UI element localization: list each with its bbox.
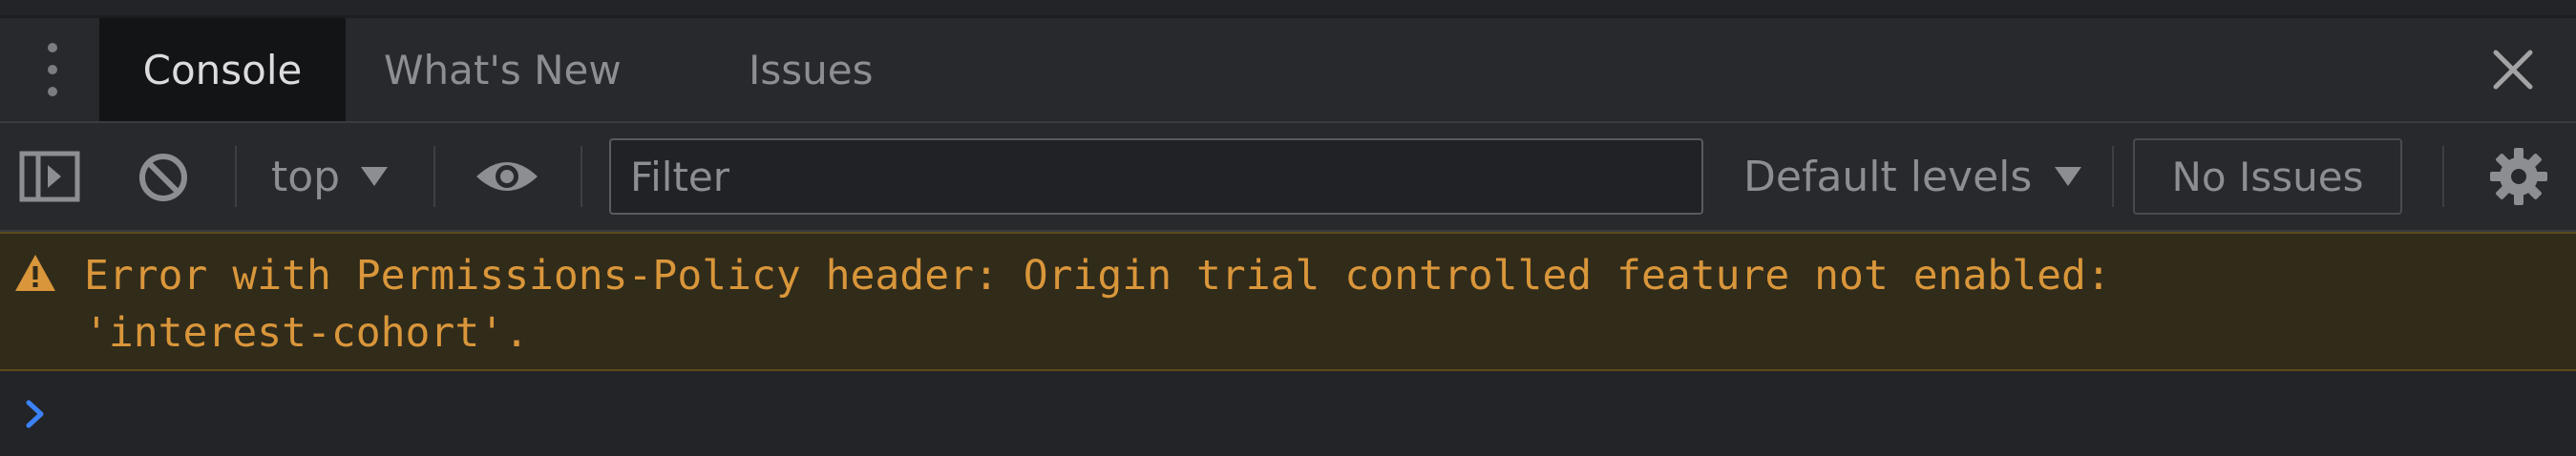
- toolbar-divider: [2112, 146, 2114, 207]
- log-levels-label: Default levels: [1743, 152, 2033, 201]
- context-selector[interactable]: top: [271, 144, 389, 209]
- eye-icon[interactable]: [474, 155, 540, 197]
- chevron-right-icon: [26, 400, 44, 428]
- context-label: top: [271, 152, 341, 201]
- toolbar-divider: [433, 146, 435, 207]
- close-icon[interactable]: [2488, 45, 2538, 94]
- console-prompt[interactable]: [0, 371, 2576, 456]
- toolbar-divider: [581, 146, 582, 207]
- tab-console[interactable]: Console: [99, 18, 346, 121]
- toolbar-divider: [235, 146, 237, 207]
- gear-icon[interactable]: [2488, 146, 2549, 207]
- log-levels-dropdown[interactable]: Default levels: [1743, 144, 2082, 209]
- warning-icon: [15, 255, 55, 291]
- issues-counter-button[interactable]: No Issues: [2133, 138, 2402, 215]
- filter-input[interactable]: [609, 138, 1703, 215]
- toolbar-divider: [2442, 146, 2444, 207]
- warning-text: Error with Permissions-Policy header: Or…: [84, 252, 2111, 357]
- tab-bar: Console What's New Issues: [0, 18, 2576, 123]
- tab-whats-new[interactable]: What's New: [384, 18, 622, 121]
- tab-issues[interactable]: Issues: [749, 18, 874, 121]
- console-toolbar: top Default levels No Issues: [0, 123, 2576, 232]
- top-edge: [0, 0, 2576, 18]
- clear-console-icon[interactable]: [137, 152, 189, 203]
- caret-down-icon: [2055, 167, 2082, 186]
- toggle-sidebar-icon[interactable]: [19, 151, 80, 202]
- more-tabs-menu-icon[interactable]: [38, 43, 67, 96]
- devtools-console-panel: Console What's New Issues top Filter Def…: [0, 0, 2576, 456]
- console-warning-message[interactable]: Error with Permissions-Policy header: Or…: [0, 232, 2576, 371]
- issues-label: No Issues: [2171, 153, 2364, 200]
- caret-down-icon: [361, 167, 389, 186]
